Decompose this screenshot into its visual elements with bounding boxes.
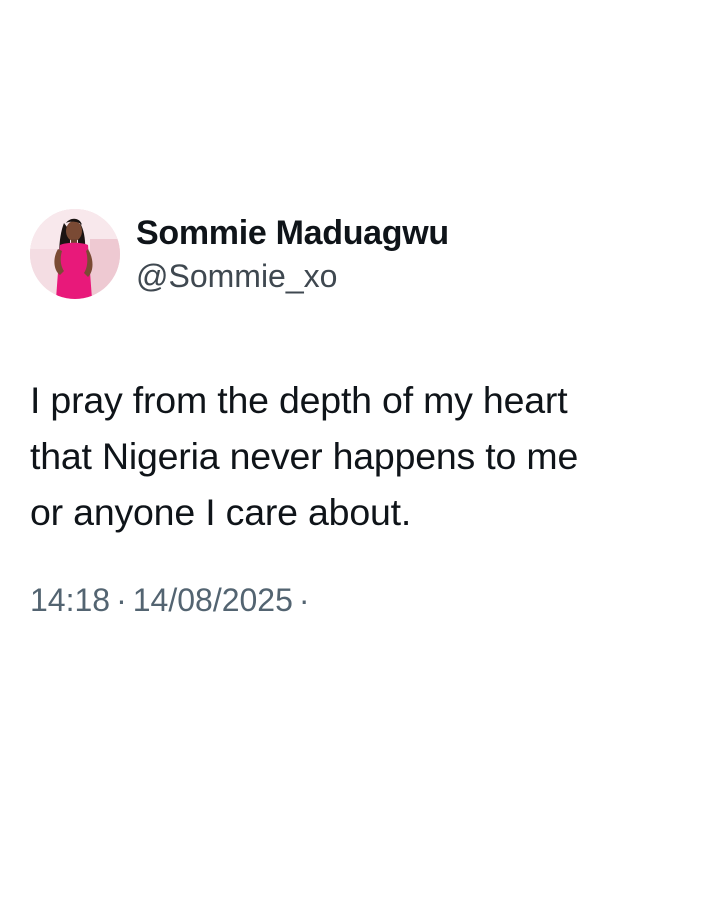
tweet-header: Sommie Maduagwu @Sommie_xo xyxy=(30,208,690,300)
tweet-meta: 14:18 · 14/08/2025 · xyxy=(30,580,690,620)
tweet-text-line: I pray from the depth of my heart xyxy=(30,379,568,421)
avatar[interactable] xyxy=(30,209,120,299)
profile-photo-icon xyxy=(30,209,120,299)
meta-separator-trailing: · xyxy=(298,582,310,618)
meta-separator: · xyxy=(116,582,127,618)
tweet-text-line: or anyone I care about. xyxy=(30,491,412,533)
author-display-name[interactable]: Sommie Maduagwu xyxy=(136,212,449,254)
tweet-card: Sommie Maduagwu @Sommie_xo I pray from t… xyxy=(30,208,690,620)
tweet-text: I pray from the depth of my heart that N… xyxy=(30,372,690,540)
author-handle[interactable]: @Sommie_xo xyxy=(136,256,449,296)
tweet-date[interactable]: 14/08/2025 xyxy=(133,582,293,618)
author-info: Sommie Maduagwu @Sommie_xo xyxy=(136,212,449,296)
tweet-time[interactable]: 14:18 xyxy=(30,582,110,618)
tweet-text-line: that Nigeria never happens to me xyxy=(30,435,579,477)
